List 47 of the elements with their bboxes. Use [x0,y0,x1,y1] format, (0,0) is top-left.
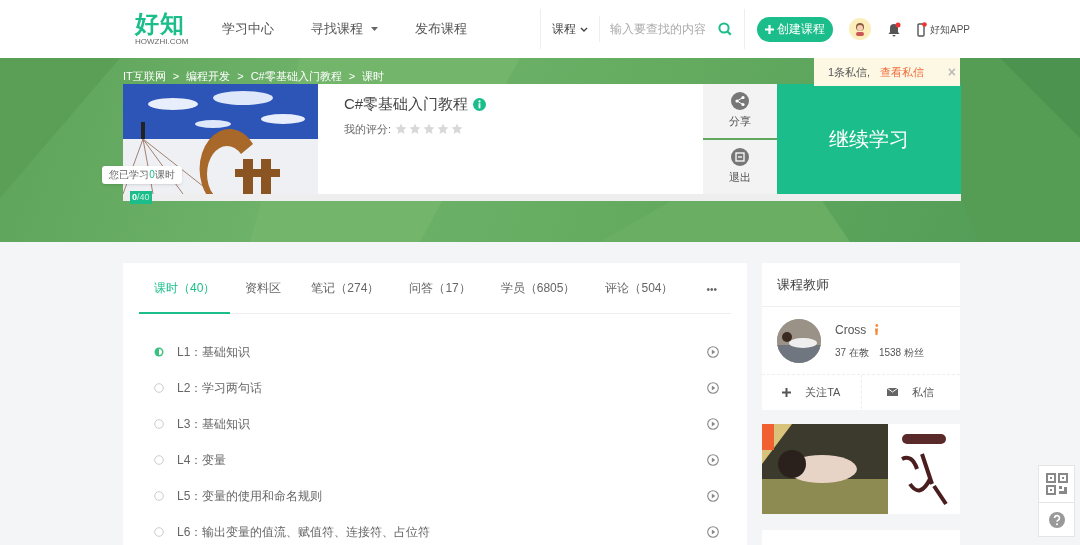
teacher-action-button[interactable]: 私信 [860,375,960,409]
envelope-icon [887,388,899,396]
nav-link[interactable]: 发布课程 [415,19,467,39]
lesson-link[interactable]: L5：变量的使用和命名规则 [177,487,323,505]
teacher-name[interactable]: Cross [835,321,867,339]
lesson-link[interactable]: L2：学习两句话 [177,379,263,397]
phone-icon[interactable] [917,21,927,37]
teacher-action-button[interactable]: 关注TA [762,375,861,409]
play-icon[interactable] [707,382,719,394]
empty-circle-icon [154,455,164,465]
lesson-link[interactable]: L6：输出变量的值流、赋值符、连接符、占位符 [177,523,431,541]
card-title: 课程教师 [762,263,960,307]
empty-circle-icon [154,491,164,501]
tab[interactable]: 评论（504） [590,264,689,314]
empty-circle-icon [154,419,164,429]
info-icon [874,324,880,336]
lesson-link[interactable]: L3：基础知识 [177,415,251,433]
play-icon[interactable] [707,454,719,466]
tab[interactable]: 笔记（274） [296,264,395,314]
plus-icon [782,387,792,397]
logo-subtitle: HOWZHI.COM [135,37,189,46]
tab[interactable]: 资料区 [230,264,297,314]
chevron-icon [580,26,588,32]
tab[interactable]: 学员（6805） [485,264,591,314]
teacher-avatar[interactable] [777,318,821,363]
search-scope-dropdown[interactable]: 课程 [541,20,599,38]
empty-circle-icon [154,383,164,393]
lesson-link[interactable]: L4：变量 [177,451,227,469]
notification-bell-icon[interactable] [888,21,902,37]
empty-circle-icon [154,527,164,537]
teacher-stat: 1538 粉丝 [878,346,924,360]
plus-icon [765,24,774,34]
play-icon[interactable] [707,526,719,538]
nav-link[interactable]: 寻找课程 [311,19,378,39]
play-icon[interactable] [707,346,719,358]
app-link[interactable]: 好知APP [930,21,970,37]
lesson-link[interactable]: L1：基础知识 [177,343,251,361]
play-icon[interactable] [707,490,719,502]
play-icon[interactable] [707,418,719,430]
search-icon[interactable] [718,22,732,36]
search-field[interactable]: 输入要查找的内容 [610,20,710,38]
teacher-stat: 37 在教 [835,346,869,360]
half-circle-icon [154,347,164,357]
avatar[interactable] [849,18,871,40]
more-button[interactable]: ••• [706,281,717,297]
tab[interactable]: 问答（17） [394,264,486,314]
nav-link[interactable]: 学习中心 [222,19,274,39]
